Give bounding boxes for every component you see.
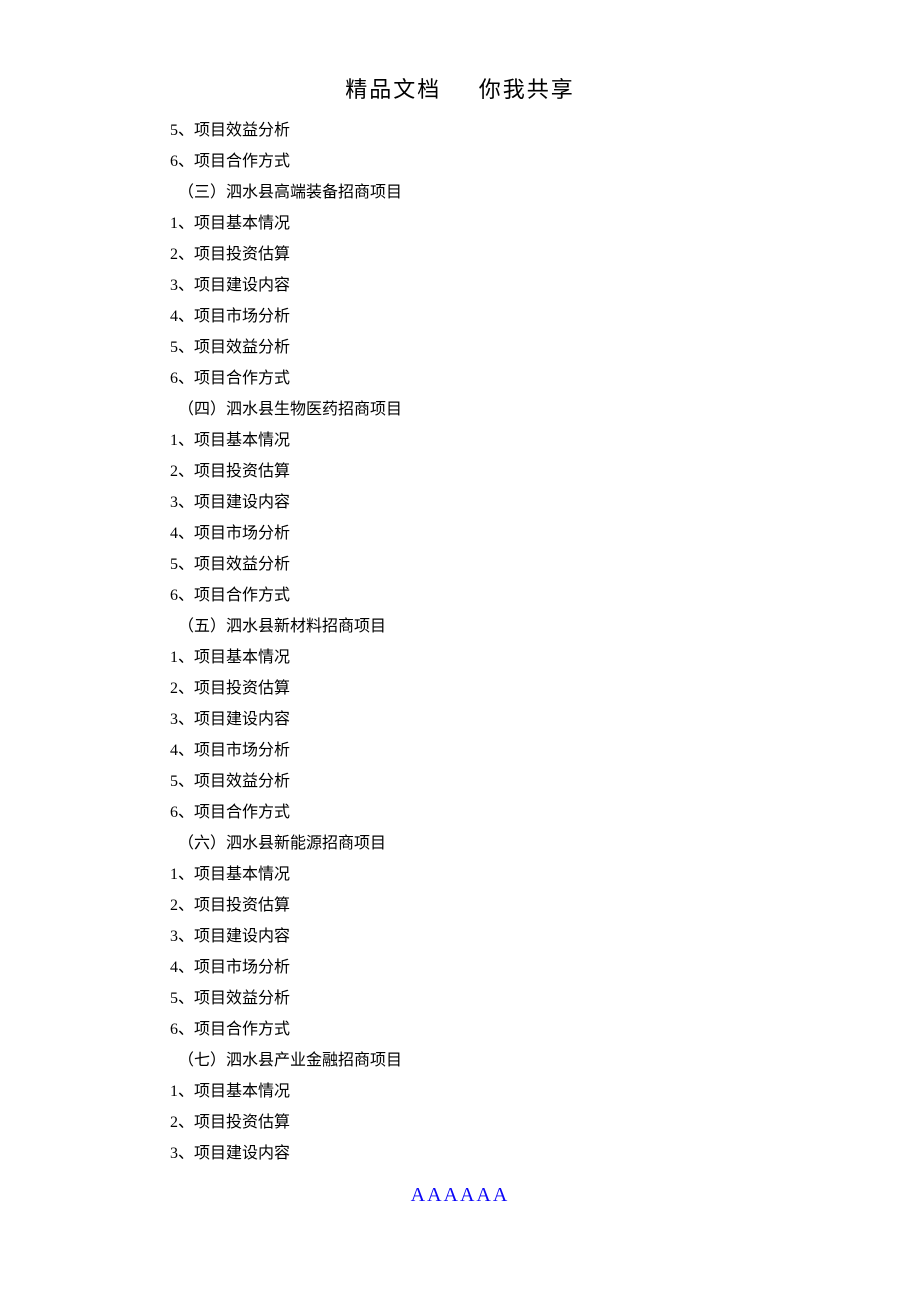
- header-part2: 你我共享: [479, 77, 575, 102]
- content-line: 6、项目合作方式: [170, 1014, 402, 1045]
- content-line: 6、项目合作方式: [170, 363, 402, 394]
- content-line: 1、项目基本情况: [170, 208, 402, 239]
- content-line: 3、项目建设内容: [170, 921, 402, 952]
- content-line: 2、项目投资估算: [170, 456, 402, 487]
- content-line: 5、项目效益分析: [170, 115, 402, 146]
- content-line: 2、项目投资估算: [170, 890, 402, 921]
- content-line: （四）泗水县生物医药招商项目: [170, 394, 402, 425]
- content-line: 4、项目市场分析: [170, 518, 402, 549]
- content-line: 4、项目市场分析: [170, 301, 402, 332]
- document-content: 5、项目效益分析6、项目合作方式（三）泗水县高端装备招商项目1、项目基本情况2、…: [170, 115, 402, 1169]
- content-line: 1、项目基本情况: [170, 859, 402, 890]
- page-header: 精品文档 你我共享: [0, 72, 920, 104]
- content-line: 2、项目投资估算: [170, 673, 402, 704]
- content-line: 6、项目合作方式: [170, 797, 402, 828]
- content-line: 3、项目建设内容: [170, 487, 402, 518]
- content-line: 1、项目基本情况: [170, 425, 402, 456]
- content-line: （七）泗水县产业金融招商项目: [170, 1045, 402, 1076]
- page-footer: AAAAAA: [0, 1184, 920, 1207]
- header-part1: 精品文档: [345, 77, 441, 102]
- content-line: 2、项目投资估算: [170, 1107, 402, 1138]
- content-line: （三）泗水县高端装备招商项目: [170, 177, 402, 208]
- content-line: 5、项目效益分析: [170, 766, 402, 797]
- content-line: 4、项目市场分析: [170, 952, 402, 983]
- content-line: （六）泗水县新能源招商项目: [170, 828, 402, 859]
- content-line: 3、项目建设内容: [170, 704, 402, 735]
- content-line: 1、项目基本情况: [170, 642, 402, 673]
- content-line: 4、项目市场分析: [170, 735, 402, 766]
- content-line: 6、项目合作方式: [170, 580, 402, 611]
- content-line: 3、项目建设内容: [170, 1138, 402, 1169]
- content-line: （五）泗水县新材料招商项目: [170, 611, 402, 642]
- content-line: 5、项目效益分析: [170, 549, 402, 580]
- content-line: 5、项目效益分析: [170, 332, 402, 363]
- content-line: 3、项目建设内容: [170, 270, 402, 301]
- content-line: 5、项目效益分析: [170, 983, 402, 1014]
- content-line: 6、项目合作方式: [170, 146, 402, 177]
- content-line: 2、项目投资估算: [170, 239, 402, 270]
- content-line: 1、项目基本情况: [170, 1076, 402, 1107]
